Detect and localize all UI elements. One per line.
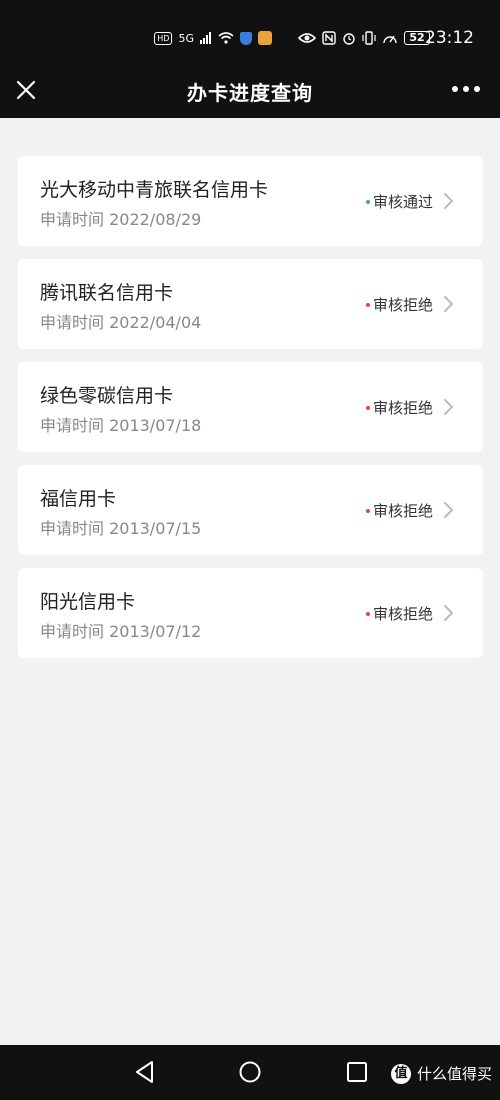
- status-label: 审核拒绝: [372, 399, 433, 417]
- alarm-icon: [343, 33, 355, 45]
- chevron-right-icon: [444, 193, 454, 209]
- status-dot: [365, 302, 370, 307]
- status-badge: 审核拒绝: [365, 294, 433, 315]
- more-icon[interactable]: [452, 86, 480, 92]
- application-date: 申请时间 2022/04/04: [40, 313, 202, 332]
- status-icons: HD 5G 52: [154, 27, 430, 49]
- network-label: 5G: [178, 31, 194, 45]
- application-date: 申请时间 2013/07/12: [40, 622, 202, 641]
- status-label: 审核拒绝: [372, 502, 433, 520]
- application-date: 申请时间 2022/08/29: [40, 210, 202, 229]
- eye-icon: [298, 33, 316, 43]
- nfc-icon: [322, 31, 336, 45]
- signal-icon: [200, 32, 211, 44]
- watermark: 值 什么值得买: [390, 1063, 492, 1084]
- status-dot: [365, 199, 370, 204]
- status-dot: [365, 405, 370, 410]
- application-date: 申请时间 2013/07/15: [40, 519, 202, 538]
- watermark-text: 什么值得买: [416, 1065, 492, 1083]
- header-bar: 办卡进度查询: [0, 62, 500, 118]
- status-label: 审核拒绝: [372, 605, 433, 623]
- recent-apps-icon[interactable]: [347, 1062, 367, 1082]
- status-dot: [365, 508, 370, 513]
- status-dot: [365, 611, 370, 616]
- app-notification-icon: [258, 31, 272, 45]
- status-label: 审核通过: [372, 193, 433, 211]
- hd-badge: HD: [154, 31, 173, 45]
- status-bar: HD 5G 52 23:12: [0, 0, 500, 62]
- card-name: 阳光信用卡: [40, 591, 136, 613]
- list-item-card-3[interactable]: 绿色零碳信用卡 申请时间 2013/07/18 审核拒绝: [18, 362, 483, 452]
- list-item-card-5[interactable]: 阳光信用卡 申请时间 2013/07/12 审核拒绝: [18, 568, 483, 658]
- status-label: 审核拒绝: [372, 296, 433, 314]
- home-icon[interactable]: [239, 1061, 261, 1083]
- card-name: 绿色零碳信用卡: [40, 385, 174, 407]
- back-icon[interactable]: [134, 1060, 156, 1084]
- page-title: 办卡进度查询: [187, 81, 313, 105]
- more-dot: [463, 86, 469, 92]
- status-badge: 审核拒绝: [365, 500, 433, 521]
- more-dot: [452, 86, 458, 92]
- card-name: 福信用卡: [40, 488, 117, 510]
- chevron-right-icon: [444, 296, 454, 312]
- chevron-right-icon: [444, 502, 454, 518]
- card-name: 光大移动中青旅联名信用卡: [40, 179, 269, 201]
- list-item-card-1[interactable]: 光大移动中青旅联名信用卡 申请时间 2022/08/29 审核通过: [18, 156, 483, 246]
- clock: 23:12: [425, 28, 474, 48]
- chevron-right-icon: [444, 399, 454, 415]
- list-item-card-2[interactable]: 腾讯联名信用卡 申请时间 2022/04/04 审核拒绝: [18, 259, 483, 349]
- application-list: 光大移动中青旅联名信用卡 申请时间 2022/08/29 审核通过 腾讯联名信用…: [18, 156, 483, 671]
- system-nav-bar: 值 什么值得买: [0, 1045, 500, 1100]
- status-badge: 审核拒绝: [365, 603, 433, 624]
- watermark-logo: 值: [390, 1063, 411, 1084]
- wifi-icon: [218, 32, 234, 44]
- chevron-right-icon: [444, 605, 454, 621]
- status-badge: 审核拒绝: [365, 397, 433, 418]
- shield-icon: [240, 31, 252, 45]
- more-dot: [474, 86, 480, 92]
- status-badge: 审核通过: [365, 191, 433, 212]
- card-name: 腾讯联名信用卡: [40, 282, 174, 304]
- speed-icon: [383, 35, 397, 44]
- application-date: 申请时间 2013/07/18: [40, 416, 202, 435]
- list-item-card-4[interactable]: 福信用卡 申请时间 2013/07/15 审核拒绝: [18, 465, 483, 555]
- vibrate-icon: [362, 31, 376, 45]
